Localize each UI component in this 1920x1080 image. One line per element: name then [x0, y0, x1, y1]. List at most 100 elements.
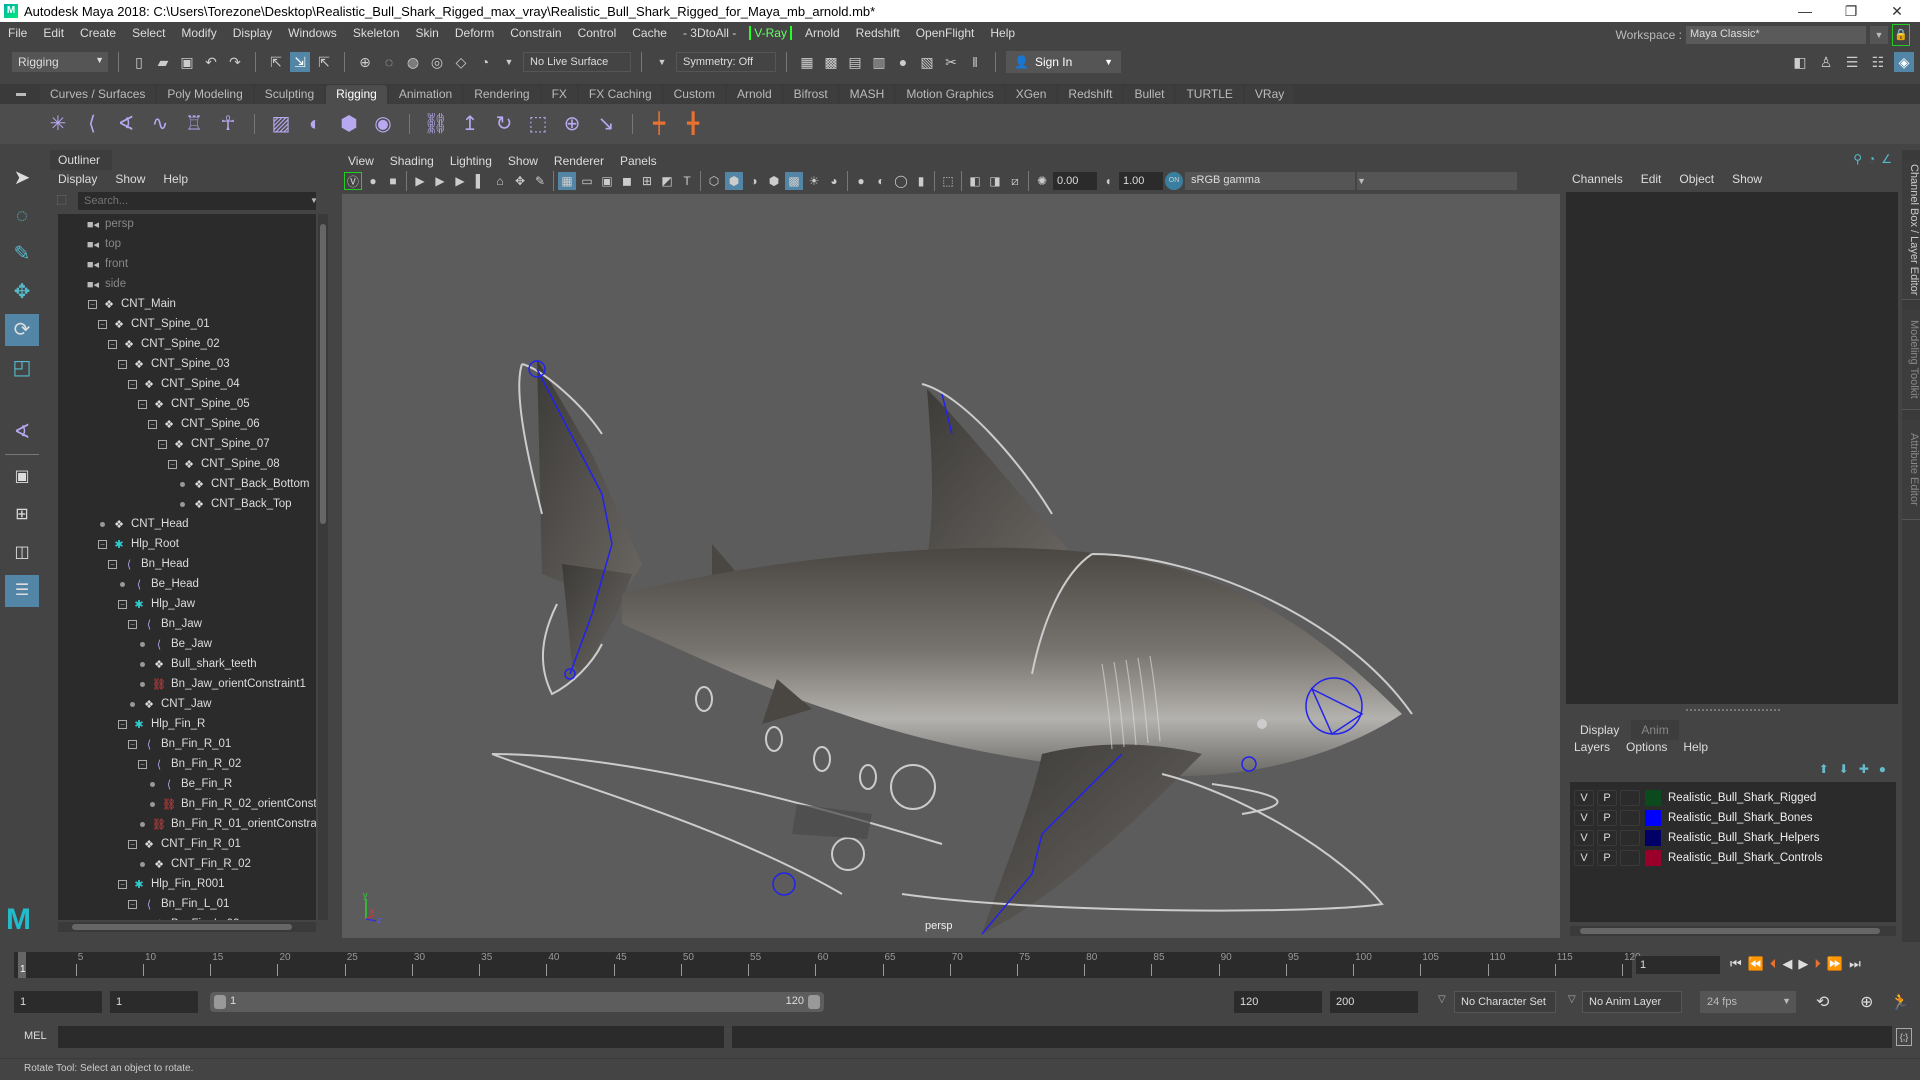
collapse-toggle[interactable]: − — [118, 880, 127, 889]
layer-color-swatch[interactable] — [1645, 850, 1661, 866]
single-perspective-view-icon[interactable]: ▣ — [5, 461, 39, 493]
collapse-toggle[interactable]: − — [148, 420, 157, 429]
outliner-search-input[interactable] — [78, 192, 316, 210]
collapse-toggle[interactable]: − — [128, 840, 137, 849]
layer-display-type-toggle[interactable] — [1620, 850, 1640, 866]
layer-display-type-toggle[interactable] — [1620, 830, 1640, 846]
depth-of-field-icon[interactable]: ▮ — [912, 172, 930, 190]
menu-cache[interactable]: Cache — [624, 26, 675, 40]
lasso-tool-icon[interactable]: ◌ — [5, 200, 39, 232]
outliner-item[interactable]: ⟨ Bn_Jaw — [142, 614, 202, 634]
outliner-item[interactable]: ❖ CNT_Spine_01 — [112, 314, 210, 334]
menu-v-ray[interactable]: V-Ray — [749, 26, 792, 40]
bookmarks-icon[interactable]: ■ — [384, 172, 402, 190]
layer-display-type-toggle[interactable] — [1620, 790, 1640, 806]
lock-icon[interactable]: 🔒 — [1892, 24, 1910, 46]
loop-icon[interactable]: ⟲ — [1816, 992, 1829, 1012]
isolate-select-icon[interactable]: ⬚ — [939, 172, 957, 190]
outliner-menu-help[interactable]: Help — [163, 172, 188, 186]
collapse-toggle[interactable]: − — [168, 460, 177, 469]
outliner-item[interactable]: ❖ CNT_Spine_08 — [182, 454, 280, 474]
xray-joints-icon[interactable]: ⧄ — [1006, 172, 1024, 190]
close-button[interactable]: ✕ — [1874, 0, 1920, 22]
layer-playback-toggle[interactable]: P — [1597, 830, 1617, 846]
grease-pencil-icon[interactable]: ✎ — [531, 172, 549, 190]
lock-camera-icon[interactable]: ▶ — [431, 172, 449, 190]
sign-in-button[interactable]: 👤 Sign In ▼ — [1006, 51, 1121, 73]
undo-icon[interactable]: ↶ — [201, 52, 221, 72]
move-tool-icon[interactable]: ✥ — [5, 276, 39, 308]
paint-select-tool-icon[interactable]: ✎ — [5, 238, 39, 270]
outliner-item[interactable]: ❖ Bull_shark_teeth — [152, 654, 257, 674]
go-to-end-icon[interactable]: ⏭ — [1849, 956, 1861, 972]
shelf-tab-custom[interactable]: Custom — [663, 85, 725, 104]
select-component-icon[interactable]: ⇱ — [314, 52, 334, 72]
layer-row[interactable]: V P Realistic_Bull_Shark_Bones — [1574, 808, 1812, 828]
scale-tool-icon[interactable]: ◰ — [5, 352, 39, 384]
safe-action-icon[interactable]: ◩ — [658, 172, 676, 190]
insert-joint-icon[interactable]: ∢ — [112, 110, 140, 138]
symmetry-dropdown[interactable]: Symmetry: Off — [676, 52, 776, 72]
shelf-tab-animation[interactable]: Animation — [388, 85, 463, 104]
human-ik-skeleton-icon[interactable]: ☥ — [214, 110, 242, 138]
save-scene-icon[interactable]: ▣ — [177, 52, 197, 72]
exposure-icon[interactable]: ✺ — [1033, 172, 1051, 190]
menu-openflight[interactable]: OpenFlight — [908, 26, 983, 40]
edit-menu[interactable]: Edit — [1641, 172, 1662, 186]
menu-skeleton[interactable]: Skeleton — [345, 26, 408, 40]
channel-box-icon[interactable]: ◈ — [1894, 52, 1914, 72]
select-camera-icon[interactable]: ▶ — [411, 172, 429, 190]
render-current-frame-icon[interactable]: ▩ — [821, 52, 841, 72]
outliner-item[interactable]: ■◂ side — [86, 274, 126, 294]
filter-icon[interactable]: ⬚ — [56, 192, 72, 210]
safe-title-icon[interactable]: T — [678, 172, 696, 190]
collapse-toggle[interactable]: − — [98, 320, 107, 329]
default-material-icon[interactable]: ◑ — [745, 172, 763, 190]
gamma-icon[interactable]: ◖ — [1099, 172, 1117, 190]
sculpt-deformer-icon[interactable]: ◐ — [301, 110, 329, 138]
ik-handle-icon[interactable]: ∿ — [146, 110, 174, 138]
outliner-item[interactable]: ⟨ Be_Jaw — [152, 634, 212, 654]
options-menu[interactable]: Options — [1626, 740, 1667, 754]
scrollbar-thumb[interactable] — [320, 224, 326, 524]
outliner-item[interactable]: ■◂ front — [86, 254, 128, 274]
menu-constrain[interactable]: Constrain — [502, 26, 569, 40]
viewport-menu-view[interactable]: View — [340, 154, 382, 168]
outliner-item[interactable]: ⛓ Bn_Fin_R_02_orientConstrai — [162, 794, 316, 814]
collapse-toggle[interactable]: − — [158, 440, 167, 449]
two-view-icon[interactable]: ◫ — [5, 537, 39, 569]
layer-visibility-toggle[interactable]: V — [1574, 850, 1594, 866]
outliner-menu-show[interactable]: Show — [115, 172, 145, 186]
human-ik-icon[interactable]: ♙ — [1816, 52, 1836, 72]
vray-icon[interactable]: Ⓥ — [344, 172, 362, 190]
image-plane-icon[interactable]: ⌂ — [491, 172, 509, 190]
move-layer-up-icon[interactable]: ⬆ — [1819, 762, 1829, 776]
menu-redshift[interactable]: Redshift — [848, 26, 908, 40]
outliner-horizontal-scrollbar[interactable] — [58, 922, 316, 932]
shelf-tab-turtle[interactable]: TURTLE — [1176, 85, 1243, 104]
attribute-toggle-icon[interactable]: ◔ — [1868, 152, 1875, 166]
shelf-tab-vray[interactable]: VRay — [1244, 85, 1295, 104]
layer-color-swatch[interactable] — [1645, 790, 1661, 806]
make-live-icon[interactable]: ◔ — [475, 52, 495, 72]
scale-constraint-icon[interactable]: ⬚ — [524, 110, 552, 138]
shelf-tab-sculpting[interactable]: Sculpting — [254, 85, 325, 104]
new-layer-icon[interactable]: ✚ — [1859, 762, 1869, 776]
minimize-button[interactable]: — — [1782, 0, 1828, 22]
camera-attr-icon[interactable]: ▶ — [451, 172, 469, 190]
lattice-icon[interactable]: ⬢ — [335, 110, 363, 138]
screen-space-ao-icon[interactable]: ● — [852, 172, 870, 190]
collapse-toggle[interactable]: − — [88, 300, 97, 309]
outliner-item[interactable]: ❖ CNT_Spine_02 — [122, 334, 220, 354]
outliner-item[interactable]: ❖ CNT_Spine_06 — [162, 414, 260, 434]
show-menu[interactable]: Show — [1732, 172, 1762, 186]
animation-end-field[interactable] — [1330, 991, 1418, 1013]
layer-row[interactable]: V P Realistic_Bull_Shark_Controls — [1574, 848, 1823, 868]
camera-attributes-icon[interactable]: ● — [364, 172, 382, 190]
anim-layer-dropdown[interactable]: No Anim Layer — [1582, 991, 1682, 1013]
outliner-item[interactable]: ■◂ top — [86, 234, 121, 254]
character-set-dropdown[interactable]: No Character Set — [1454, 991, 1556, 1013]
shelf-tab-mash[interactable]: MASH — [839, 85, 895, 104]
3d-viewport[interactable]: y x z persp — [342, 194, 1560, 938]
playback-end-field[interactable] — [1234, 991, 1322, 1013]
